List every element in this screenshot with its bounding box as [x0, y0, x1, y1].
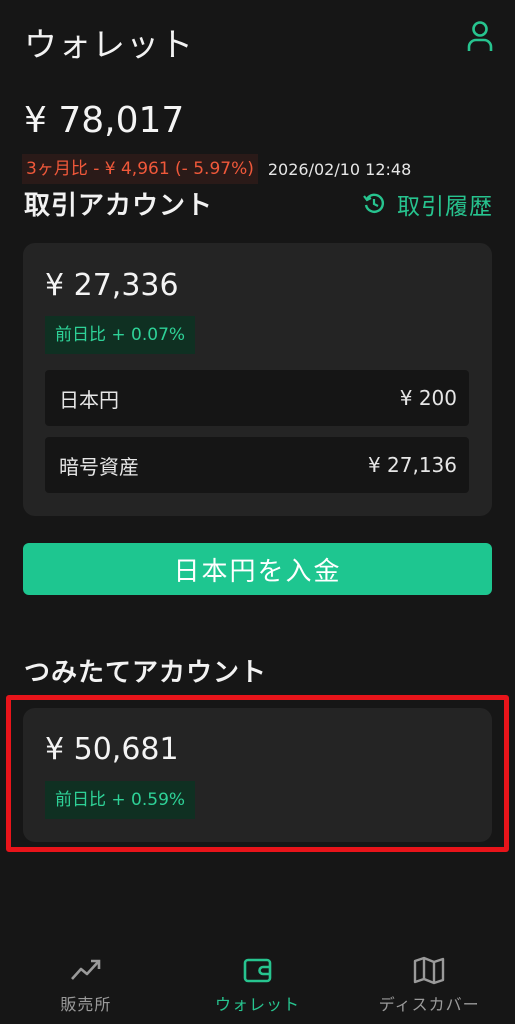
history-label: 取引履歴: [397, 194, 493, 220]
nav-label-wallet: ウォレット: [215, 995, 301, 1014]
deposit-jpy-button[interactable]: 日本円を入金: [23, 543, 492, 595]
trade-history-link[interactable]: 取引履歴: [363, 187, 493, 221]
wallet-screen: ウォレット ¥ 78,017 3ヶ月比 - ¥ 4,961 (- 5.97%) …: [0, 0, 515, 1024]
user-icon[interactable]: [467, 20, 493, 54]
three-month-change: 3ヶ月比 - ¥ 4,961 (- 5.97%): [22, 154, 258, 184]
tsumitate-account-title: つみたてアカウント: [24, 658, 268, 688]
trading-amount: ¥ 27,336: [45, 268, 179, 303]
timestamp: 2026/02/10 12:48: [267, 159, 412, 179]
jpy-value: ¥ 200: [399, 386, 457, 410]
page-title: ウォレット: [24, 25, 194, 64]
nav-item-discover[interactable]: ディスカバー: [343, 940, 515, 1024]
total-balance: ¥ 78,017: [24, 100, 185, 141]
jpy-label: 日本円: [59, 387, 119, 412]
history-icon: [363, 193, 384, 213]
map-icon: [413, 956, 445, 985]
change-row: 3ヶ月比 - ¥ 4,961 (- 5.97%) 2026/02/10 12:4…: [22, 154, 411, 184]
crypto-label: 暗号資産: [59, 454, 139, 479]
trading-day-change: 前日比 + 0.07%: [45, 316, 196, 354]
nav-item-wallet[interactable]: ウォレット: [172, 940, 344, 1024]
jpy-row[interactable]: 日本円 ¥ 200: [45, 370, 469, 426]
trading-account-title: 取引アカウント: [24, 191, 214, 221]
crypto-row[interactable]: 暗号資産 ¥ 27,136: [45, 437, 469, 493]
bottom-nav: 販売所 ウォレット ディスカバー: [0, 940, 515, 1024]
wallet-icon: [243, 958, 271, 983]
crypto-value: ¥ 27,136: [367, 453, 457, 477]
nav-label-discover: ディスカバー: [378, 995, 480, 1014]
nav-item-exchange[interactable]: 販売所: [0, 940, 172, 1024]
highlight-frame: [6, 695, 509, 852]
trend-icon: [70, 959, 101, 980]
trading-account-card[interactable]: ¥ 27,336 前日比 + 0.07% 日本円 ¥ 200 暗号資産 ¥ 27…: [23, 243, 492, 516]
nav-label-exchange: 販売所: [60, 995, 112, 1014]
